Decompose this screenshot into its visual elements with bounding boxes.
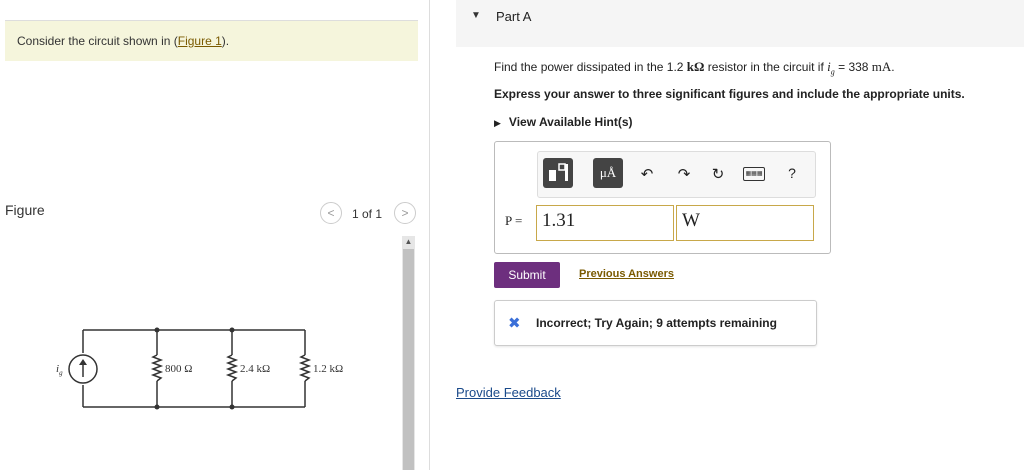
scroll-up-arrow-icon[interactable]: ▲ (402, 236, 415, 248)
part-header[interactable] (456, 0, 1024, 47)
resistor-label-1200: 1.2 kΩ (313, 363, 343, 375)
templates-icon (549, 163, 568, 181)
templates-button[interactable] (543, 158, 573, 188)
figure-prev-button[interactable]: < (320, 202, 342, 224)
previous-answers-link[interactable]: Previous Answers (579, 268, 674, 280)
collapse-caret-icon[interactable]: ▼ (471, 10, 481, 21)
figure-page-count: 1 of 1 (352, 207, 383, 221)
figure-next-button[interactable]: > (394, 202, 416, 224)
reset-icon[interactable]: ↻ (708, 165, 728, 183)
figure-scroll-thumb[interactable] (403, 249, 414, 470)
panel-divider (429, 0, 430, 470)
units-button[interactable]: μÅ (593, 158, 623, 188)
resistor-2400-icon (225, 354, 239, 382)
feedback-message: Incorrect; Try Again; 9 attempts remaini… (536, 316, 777, 330)
figure-label: Figure (5, 202, 45, 218)
provide-feedback-link[interactable]: Provide Feedback (456, 385, 561, 400)
keyboard-icon[interactable]: ▦▦▦ (743, 167, 765, 181)
source-label: ig (56, 363, 63, 377)
figure-link[interactable]: Figure 1 (178, 34, 222, 48)
undo-icon[interactable]: ↶ (637, 165, 657, 183)
resistor-label-2400: 2.4 kΩ (240, 363, 270, 375)
incorrect-x-icon: ✖ (508, 315, 521, 332)
part-title[interactable]: Part A (496, 9, 531, 24)
intro-text: Consider the circuit shown in (Figure 1)… (5, 20, 418, 61)
answer-value-input[interactable]: 1.31 (536, 205, 674, 241)
resistor-800-icon (150, 354, 164, 382)
redo-icon[interactable]: ↷ (674, 165, 694, 183)
intro-suffix: ). (221, 34, 230, 48)
instructions: Express your answer to three significant… (494, 87, 965, 101)
resistor-1200-icon (298, 354, 312, 382)
circuit-diagram: ig 800 Ω 2.4 kΩ 1.2 kΩ (56, 327, 343, 410)
expand-triangle-icon: ▶ (494, 118, 501, 128)
view-hints-link[interactable]: ▶ View Available Hint(s) (494, 115, 633, 129)
answer-unit-input[interactable]: W (676, 205, 814, 241)
submit-button[interactable]: Submit (494, 262, 560, 288)
help-icon[interactable]: ? (782, 165, 802, 181)
resistor-label-800: 800 Ω (165, 363, 192, 375)
question-text: Find the power dissipated in the 1.2 kΩ … (494, 59, 895, 77)
answer-variable-label: P = (505, 213, 523, 228)
intro-prefix: Consider the circuit shown in ( (17, 34, 178, 48)
